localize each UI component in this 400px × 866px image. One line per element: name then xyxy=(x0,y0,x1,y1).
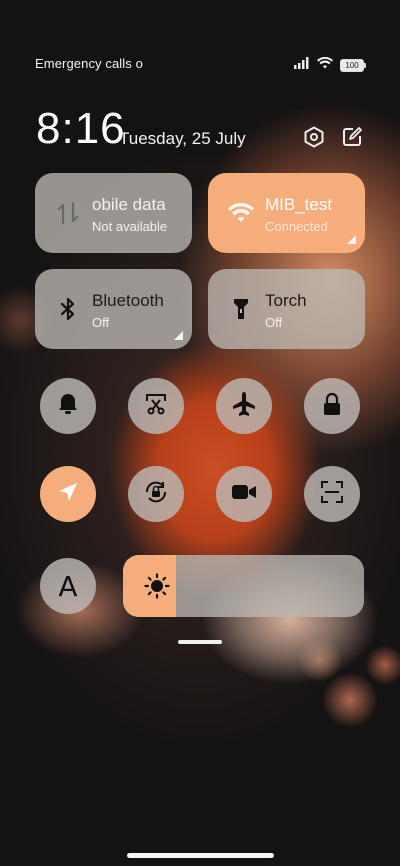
toggle-scanner[interactable] xyxy=(304,466,360,522)
font-letter: A xyxy=(58,569,78,603)
tile-title: MIB_test xyxy=(265,195,333,214)
tile-title: Bluetooth xyxy=(92,291,164,310)
gesture-nav-bar[interactable] xyxy=(127,853,274,858)
video-camera-icon xyxy=(231,482,257,507)
toggle-ring[interactable] xyxy=(40,378,96,434)
battery-level: 100 xyxy=(345,60,359,70)
brightness-slider[interactable] xyxy=(123,555,364,617)
toggle-screenshot[interactable] xyxy=(128,378,184,434)
wifi-icon xyxy=(317,56,333,74)
airplane-icon xyxy=(231,391,257,422)
tile-bluetooth[interactable]: Bluetooth Off xyxy=(35,269,192,349)
tile-subtitle: Connected xyxy=(265,219,328,234)
panel-drag-handle[interactable] xyxy=(178,640,222,644)
battery-icon: 100 xyxy=(340,58,366,72)
lock-icon xyxy=(321,392,343,421)
scanner-icon xyxy=(320,480,344,509)
torch-icon xyxy=(228,296,254,322)
toggle-font-size[interactable]: A xyxy=(40,558,96,614)
location-icon xyxy=(57,481,79,508)
tile-title: obile data xyxy=(92,195,166,214)
sun-icon xyxy=(143,572,171,600)
settings-icon[interactable] xyxy=(302,125,326,149)
status-bar: Emergency calls o 100 xyxy=(0,52,400,76)
status-text: Emergency calls o xyxy=(35,56,143,71)
clock: 8:16 xyxy=(36,104,126,153)
tile-torch[interactable]: Torch Off xyxy=(208,269,365,349)
toggle-airplane[interactable] xyxy=(216,378,272,434)
screenshot-icon xyxy=(144,392,168,421)
tile-subtitle: Not available xyxy=(92,219,168,234)
toggle-screen-recorder[interactable] xyxy=(216,466,272,522)
expand-corner-icon[interactable] xyxy=(347,235,356,244)
tile-subtitle: Off xyxy=(265,315,283,330)
tile-subtitle: Off xyxy=(92,315,110,330)
toggle-auto-rotate[interactable] xyxy=(128,466,184,522)
bell-icon xyxy=(57,392,79,421)
expand-corner-icon[interactable] xyxy=(174,331,183,340)
tile-title: Torch xyxy=(265,291,307,310)
date: Tuesday, 25 July xyxy=(119,129,246,148)
mobile-data-icon xyxy=(55,200,81,226)
bluetooth-icon xyxy=(55,296,81,322)
toggle-location[interactable] xyxy=(40,466,96,522)
toggle-lock-screen[interactable] xyxy=(304,378,360,434)
wifi-icon xyxy=(228,200,254,226)
edit-icon[interactable] xyxy=(340,125,364,149)
auto-rotate-icon xyxy=(143,479,169,510)
tile-mobile-data[interactable]: obile data Not available xyxy=(35,173,192,253)
signal-icon xyxy=(294,56,310,74)
tile-wifi[interactable]: MIB_test Connected xyxy=(208,173,365,253)
status-icons: 100 xyxy=(294,56,366,74)
